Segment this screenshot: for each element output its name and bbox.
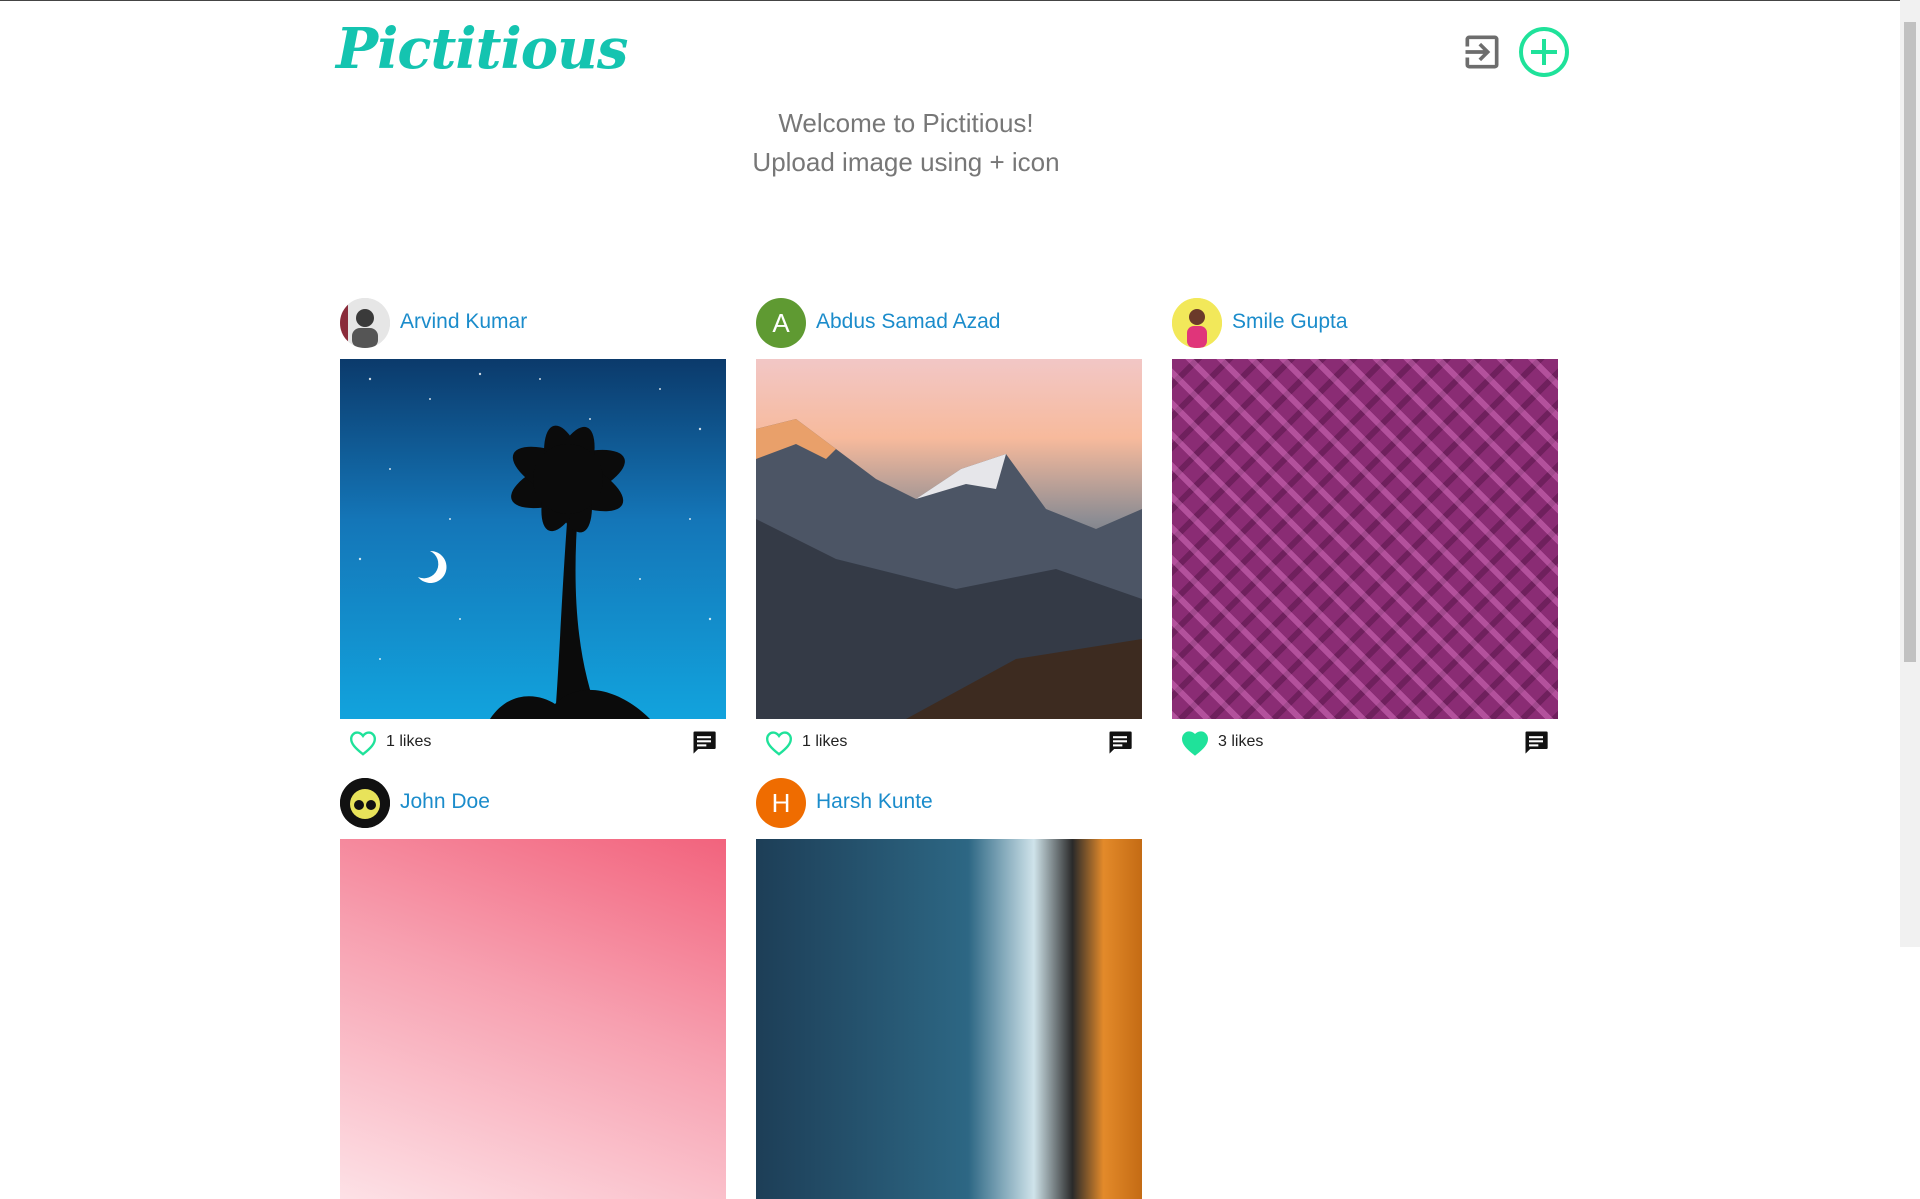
scrollbar-thumb[interactable] <box>1904 22 1916 662</box>
comment-button[interactable] <box>690 728 718 761</box>
post-username[interactable]: Abdus Samad Azad <box>816 310 1000 334</box>
post-username[interactable]: Harsh Kunte <box>816 790 933 814</box>
avatar[interactable]: H <box>756 778 806 828</box>
avatar[interactable] <box>1172 298 1222 348</box>
post-username[interactable]: Arvind Kumar <box>400 310 527 334</box>
heart-outline-icon <box>765 731 793 756</box>
post-header: H Harsh Kunte <box>756 778 1142 828</box>
post-image[interactable] <box>340 839 726 1199</box>
welcome-line1: Welcome to Pictitious! <box>778 108 1034 138</box>
avatar-letter: H <box>771 787 791 818</box>
avatar[interactable]: A <box>756 298 806 348</box>
user-photo-icon <box>1172 298 1222 348</box>
login-icon <box>1465 35 1499 69</box>
post-username[interactable]: John Doe <box>400 790 490 814</box>
likes-count: 1 likes <box>802 733 848 750</box>
comment-icon <box>693 731 716 754</box>
post-image[interactable] <box>1172 359 1558 719</box>
post-header: Arvind Kumar <box>340 298 726 348</box>
post-header: John Doe <box>340 778 726 828</box>
comment-button[interactable] <box>1106 728 1134 761</box>
comment-button[interactable] <box>1522 728 1550 761</box>
upload-image-button[interactable] <box>1516 24 1572 80</box>
like-button[interactable] <box>764 730 794 761</box>
welcome-message: Welcome to Pictitious! Upload image usin… <box>556 104 1256 182</box>
post-header: Smile Gupta <box>1172 298 1558 348</box>
user-photo-icon <box>340 778 390 828</box>
post-image[interactable] <box>756 839 1142 1199</box>
likes-count: 3 likes <box>1218 733 1264 750</box>
post-image[interactable] <box>340 359 726 719</box>
palm-tree-night-image <box>358 372 712 719</box>
comment-icon <box>1525 731 1548 754</box>
mountain-sunset-image <box>756 419 1142 719</box>
app-logo[interactable]: Pictitious <box>336 16 628 82</box>
add-circle-icon <box>1519 27 1569 77</box>
comment-icon <box>1109 731 1132 754</box>
vertical-scrollbar[interactable] <box>1900 0 1920 947</box>
avatar[interactable] <box>340 298 390 348</box>
post-header: A Abdus Samad Azad <box>756 298 1142 348</box>
main-page: Pictitious Welcome to Pictitious! Upload… <box>336 0 1576 1199</box>
post-image[interactable] <box>756 359 1142 719</box>
post-username[interactable]: Smile Gupta <box>1232 310 1348 334</box>
login-button[interactable] <box>1454 24 1510 80</box>
heart-filled-icon <box>1181 731 1209 756</box>
avatar[interactable] <box>340 778 390 828</box>
welcome-line2: Upload image using + icon <box>752 147 1060 177</box>
avatar-letter: A <box>772 307 790 338</box>
like-button[interactable] <box>348 730 378 761</box>
user-photo-icon <box>340 298 390 348</box>
like-button[interactable] <box>1180 730 1210 761</box>
likes-count: 1 likes <box>386 733 432 750</box>
heart-outline-icon <box>349 731 377 756</box>
